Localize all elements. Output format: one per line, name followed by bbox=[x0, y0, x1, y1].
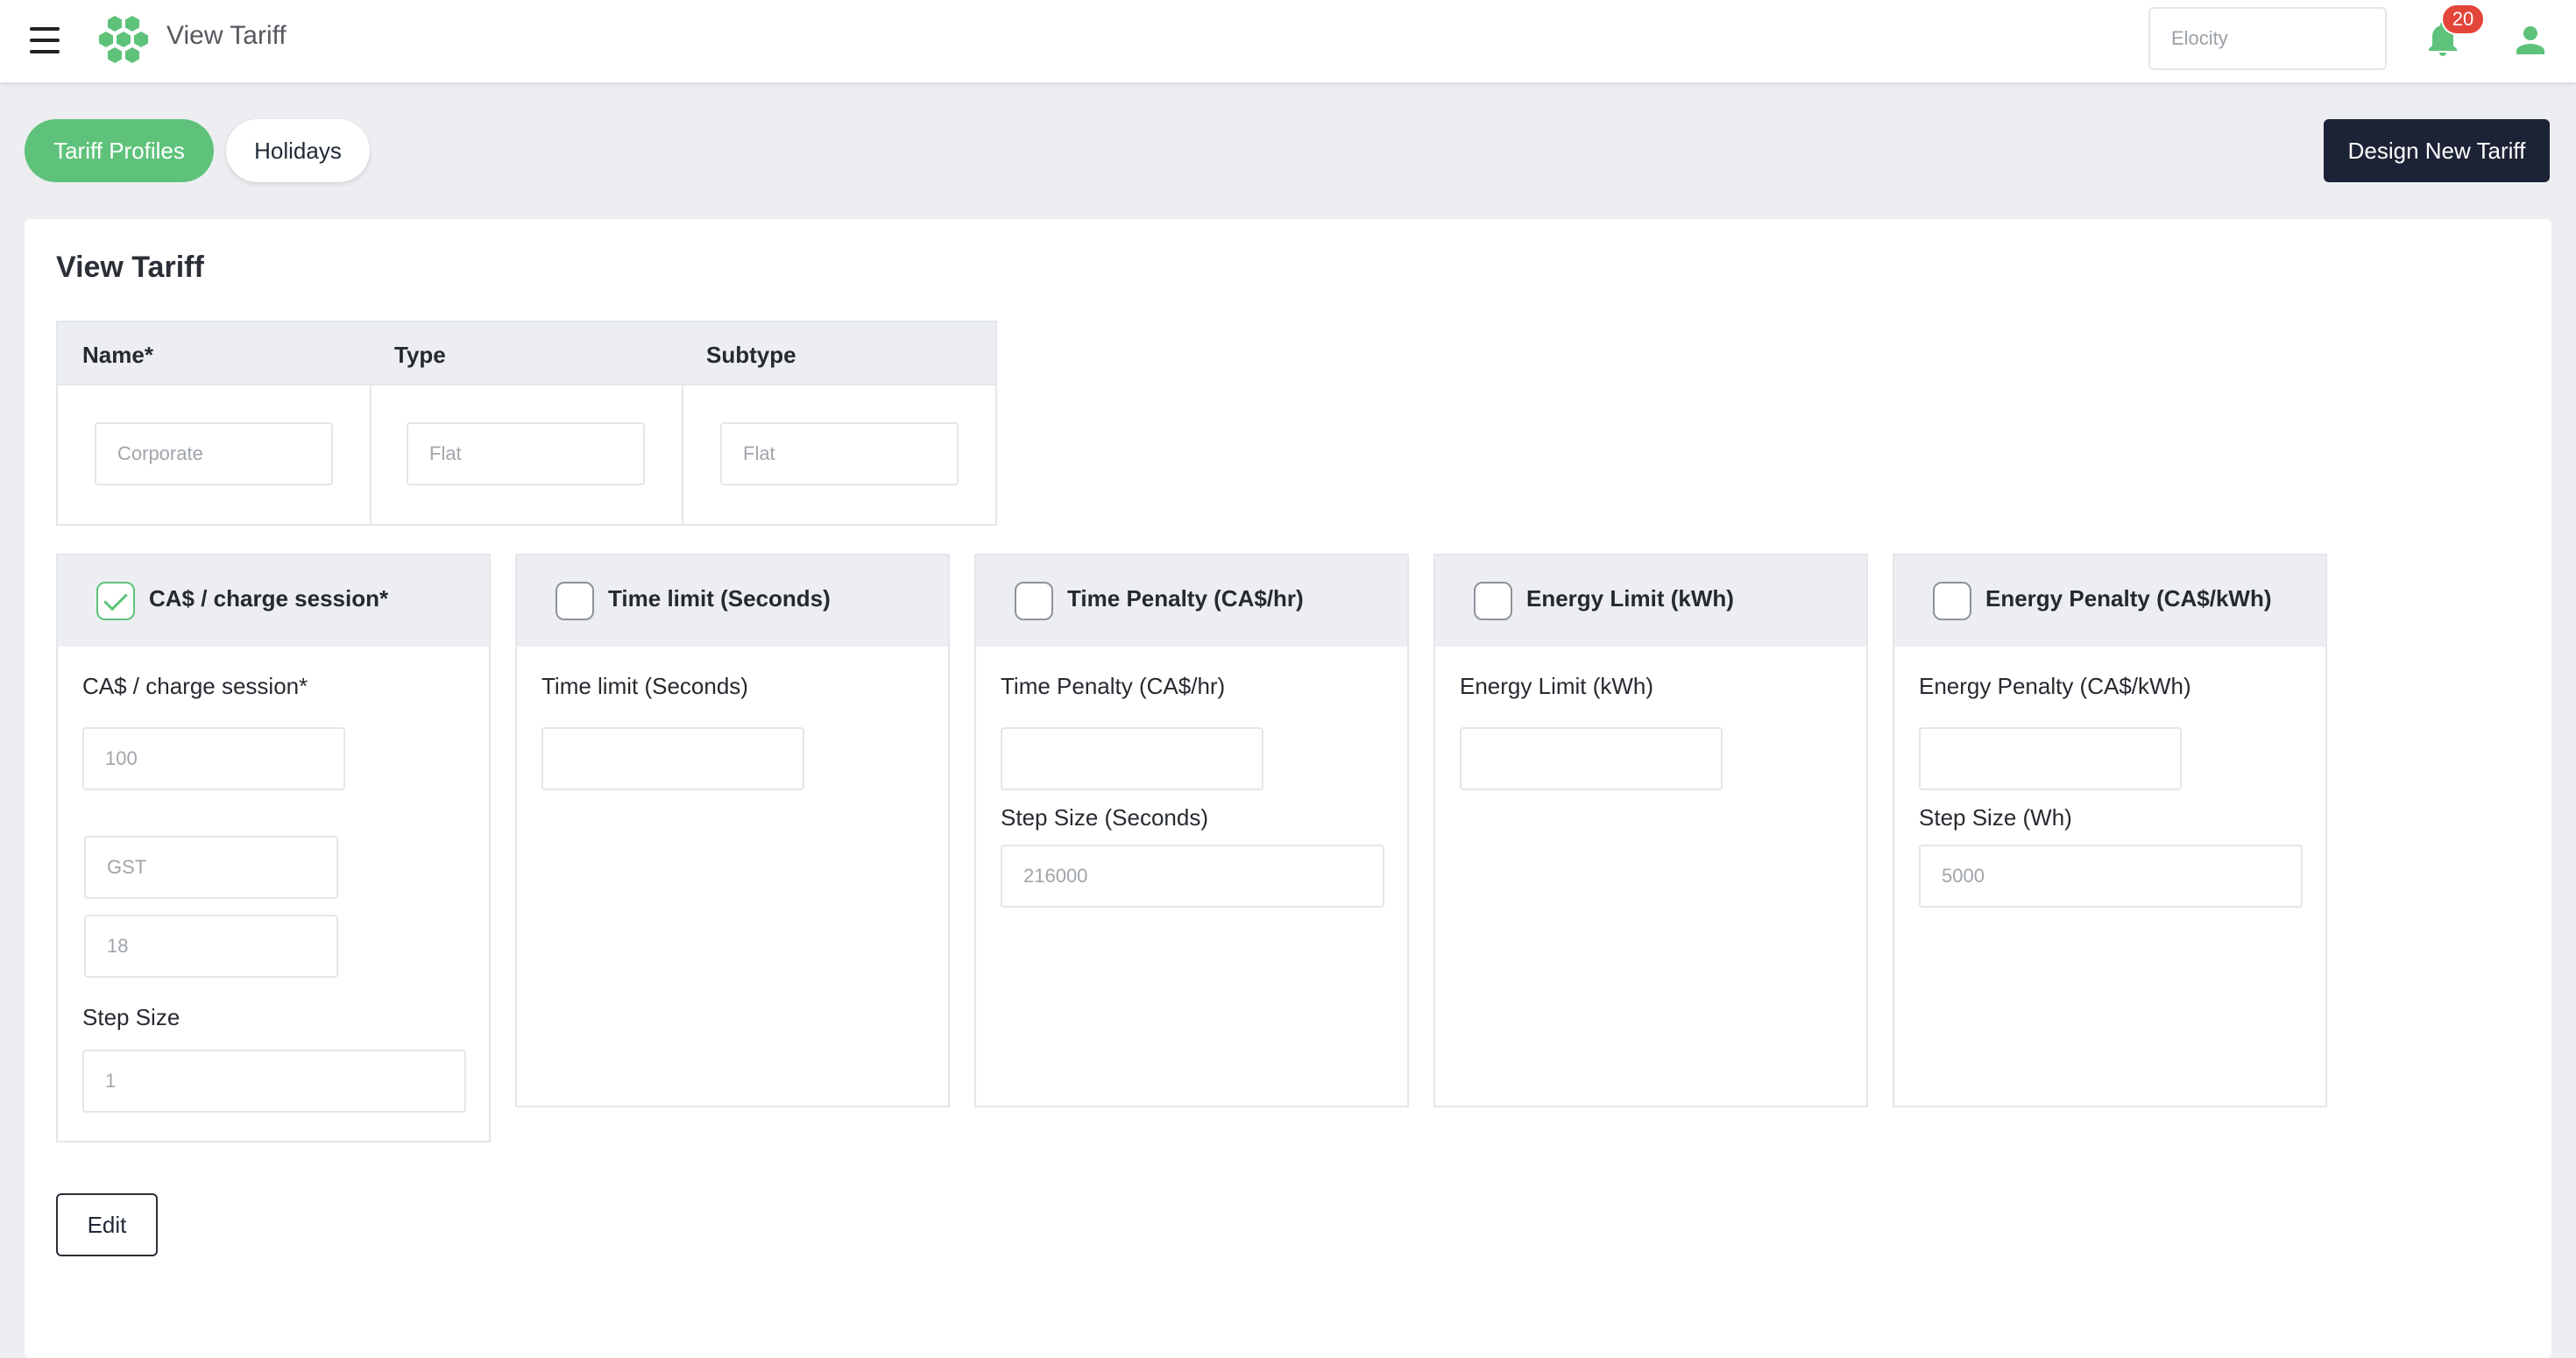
tab-holidays[interactable]: Holidays bbox=[226, 119, 370, 182]
energy-penalty-input[interactable] bbox=[1919, 727, 2182, 790]
energy-penalty-checkbox[interactable] bbox=[1933, 582, 1971, 620]
page-title: View Tariff bbox=[56, 251, 204, 284]
table-header: Name* Type Subtype bbox=[58, 322, 995, 385]
panel-header: Time Penalty (CA$/hr) bbox=[976, 555, 1407, 647]
column-header-subtype: Subtype bbox=[706, 342, 796, 368]
energy-penalty-label: Energy Penalty (CA$/kWh) bbox=[1919, 673, 2191, 699]
panel-time-limit: Time limit (Seconds) Time limit (Seconds… bbox=[515, 554, 950, 1107]
energy-limit-label: Energy Limit (kWh) bbox=[1460, 673, 1654, 699]
energy-limit-input[interactable] bbox=[1460, 727, 1723, 790]
subtype-field[interactable]: Flat bbox=[720, 422, 959, 485]
tab-tariff-profiles[interactable]: Tariff Profiles bbox=[25, 119, 214, 182]
time-limit-input[interactable] bbox=[541, 727, 804, 790]
tax-name-input[interactable]: GST bbox=[84, 836, 338, 899]
step-size-input[interactable]: 1 bbox=[82, 1050, 466, 1113]
panel-energy-penalty: Energy Penalty (CA$/kWh) Energy Penalty … bbox=[1893, 554, 2327, 1107]
menu-icon-line bbox=[30, 50, 60, 53]
column-header-type: Type bbox=[394, 342, 446, 368]
panel-header: Energy Limit (kWh) bbox=[1435, 555, 1866, 647]
charge-session-checkbox[interactable] bbox=[96, 582, 135, 620]
menu-icon-line bbox=[30, 27, 60, 31]
panel-title: Time Penalty (CA$/hr) bbox=[1067, 585, 1304, 612]
step-size-wh-input[interactable]: 5000 bbox=[1919, 845, 2303, 908]
panel-title: Energy Limit (kWh) bbox=[1526, 585, 1734, 612]
user-icon[interactable] bbox=[2509, 19, 2551, 61]
top-bar: View Tariff Elocity 20 bbox=[0, 0, 2576, 82]
design-new-tariff-button[interactable]: Design New Tariff bbox=[2324, 119, 2550, 182]
name-field[interactable]: Corporate bbox=[95, 422, 333, 485]
panel-header: Time limit (Seconds) bbox=[517, 555, 948, 647]
column-divider bbox=[682, 385, 683, 524]
step-size-wh-label: Step Size (Wh) bbox=[1919, 804, 2072, 831]
tariff-info-table: Name* Type Subtype Corporate Flat Flat bbox=[56, 321, 997, 526]
type-field[interactable]: Flat bbox=[407, 422, 645, 485]
time-penalty-input[interactable] bbox=[1001, 727, 1263, 790]
menu-icon-line bbox=[30, 39, 60, 42]
panel-title: Time limit (Seconds) bbox=[608, 585, 831, 612]
step-size-label: Step Size bbox=[82, 1004, 180, 1030]
panel-energy-limit: Energy Limit (kWh) Energy Limit (kWh) bbox=[1433, 554, 1868, 1107]
time-penalty-label: Time Penalty (CA$/hr) bbox=[1001, 673, 1226, 699]
charge-session-input[interactable]: 100 bbox=[82, 727, 345, 790]
organization-selector[interactable]: Elocity bbox=[2148, 7, 2387, 70]
step-size-seconds-label: Step Size (Seconds) bbox=[1001, 804, 1209, 831]
notification-badge: 20 bbox=[2441, 4, 2485, 35]
panel-charge-session: CA$ / charge session* CA$ / charge sessi… bbox=[56, 554, 491, 1142]
panel-title: Energy Penalty (CA$/kWh) bbox=[1985, 585, 2272, 612]
edit-button[interactable]: Edit bbox=[56, 1193, 158, 1256]
energy-limit-checkbox[interactable] bbox=[1474, 582, 1512, 620]
panel-time-penalty: Time Penalty (CA$/hr) Time Penalty (CA$/… bbox=[974, 554, 1409, 1107]
panel-header: CA$ / charge session* bbox=[58, 555, 489, 647]
app-title: View Tariff bbox=[166, 21, 287, 50]
charge-session-label: CA$ / charge session* bbox=[82, 673, 308, 699]
time-limit-checkbox[interactable] bbox=[556, 582, 594, 620]
panel-header: Energy Penalty (CA$/kWh) bbox=[1894, 555, 2325, 647]
menu-icon[interactable] bbox=[23, 23, 67, 58]
view-tariff-card: View Tariff Name* Type Subtype Corporate… bbox=[25, 219, 2551, 1358]
time-limit-label: Time limit (Seconds) bbox=[541, 673, 748, 699]
logo-icon bbox=[99, 16, 148, 63]
column-header-name: Name* bbox=[82, 342, 153, 368]
column-divider bbox=[370, 385, 372, 524]
time-penalty-checkbox[interactable] bbox=[1015, 582, 1053, 620]
panel-title: CA$ / charge session* bbox=[149, 585, 389, 612]
tax-rate-input[interactable]: 18 bbox=[84, 915, 338, 978]
step-size-seconds-input[interactable]: 216000 bbox=[1001, 845, 1384, 908]
